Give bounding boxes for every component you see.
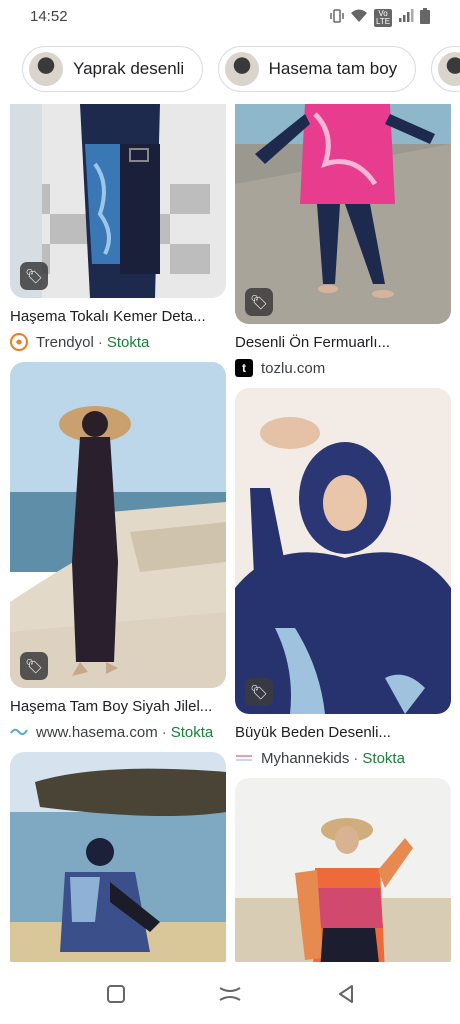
trendyol-icon — [10, 333, 28, 351]
separator: · — [161, 723, 167, 741]
home-gesture-icon — [219, 987, 241, 1001]
shopping-tag-icon: 🏷 — [245, 678, 273, 706]
myhannekids-icon — [235, 749, 253, 767]
vibrate-icon — [330, 9, 344, 26]
home-button[interactable] — [216, 980, 244, 1008]
source-name: Trendyol — [36, 333, 94, 351]
product-image[interactable]: 🏷 — [235, 104, 451, 324]
recent-apps-button[interactable] — [102, 980, 130, 1008]
result-card[interactable]: 🏷 Haşema Tokalı Kemer Deta... Trendyol ·… — [10, 104, 226, 351]
square-icon — [107, 985, 125, 1003]
related-search-chips: Yaprak desenli Hasema tam boy — [0, 46, 460, 100]
product-meta: www.hasema.com · Stokta — [10, 723, 226, 741]
stock-status: Stokta — [106, 333, 150, 351]
system-nav-bar — [0, 962, 460, 1024]
chip-thumbnail — [224, 52, 259, 86]
shopping-tag-icon: 🏷 — [20, 652, 48, 680]
chip-label: Yaprak desenli — [73, 59, 185, 78]
product-image[interactable]: 🏷 — [10, 104, 226, 298]
stock-status: Stokta — [362, 749, 405, 767]
stock-status: Stokta — [170, 723, 214, 741]
separator: · — [97, 333, 103, 351]
product-meta: Trendyol · Stokta — [10, 333, 226, 351]
source-name: Myhannekids — [261, 749, 350, 767]
chip-hasema-tam-boy[interactable]: Hasema tam boy — [217, 46, 417, 92]
product-image[interactable] — [10, 752, 226, 962]
separator: · — [353, 749, 359, 767]
chip-partial[interactable] — [430, 46, 460, 92]
source-name: tozlu.com — [261, 359, 326, 377]
product-image[interactable]: 🏷 — [10, 362, 226, 688]
product-meta: t tozlu.com — [235, 359, 451, 377]
signal-icon — [398, 9, 414, 26]
status-bar: 14:52 Vo LTE — [0, 0, 460, 34]
result-card[interactable] — [10, 752, 226, 962]
chip-yaprak-desenli[interactable]: Yaprak desenli — [22, 46, 204, 92]
status-icons: Vo LTE — [330, 8, 430, 27]
product-title[interactable]: Haşema Tam Boy Siyah Jilel... — [10, 698, 226, 715]
result-card[interactable]: 🏷 Haşema Tam Boy Siyah Jilel... www.hase… — [10, 362, 226, 741]
tozlu-icon: t — [235, 359, 253, 377]
volte-icon: Vo LTE — [374, 8, 392, 27]
product-title[interactable]: Haşema Tokalı Kemer Deta... — [10, 308, 226, 325]
product-image[interactable] — [235, 778, 451, 962]
result-card[interactable] — [235, 778, 451, 962]
result-card[interactable]: 🏷 Büyük Beden Desenli... Myhannekids · S… — [235, 388, 451, 767]
product-title[interactable]: Desenli Ön Fermuarlı... — [235, 334, 451, 351]
image-results-grid: 🏷 Haşema Tokalı Kemer Deta... Trendyol ·… — [0, 104, 460, 962]
source-name: www.hasema.com — [36, 723, 158, 741]
hasema-icon — [10, 723, 28, 741]
back-triangle-icon — [339, 985, 353, 1003]
chip-label: Hasema tam boy — [268, 59, 398, 78]
status-time: 14:52 — [30, 8, 68, 25]
product-title[interactable]: Büyük Beden Desenli... — [235, 724, 451, 741]
back-button[interactable] — [332, 980, 360, 1008]
chip-thumbnail — [29, 52, 63, 86]
product-meta: Myhannekids · Stokta — [235, 749, 451, 767]
product-image[interactable]: 🏷 — [235, 388, 451, 714]
shopping-tag-icon: 🏷 — [245, 288, 273, 316]
wifi-icon — [350, 9, 368, 26]
chip-thumbnail — [437, 52, 460, 86]
result-card[interactable]: 🏷 Desenli Ön Fermuarlı... t tozlu.com — [235, 104, 451, 377]
battery-icon — [420, 8, 430, 27]
shopping-tag-icon: 🏷 — [20, 262, 48, 290]
